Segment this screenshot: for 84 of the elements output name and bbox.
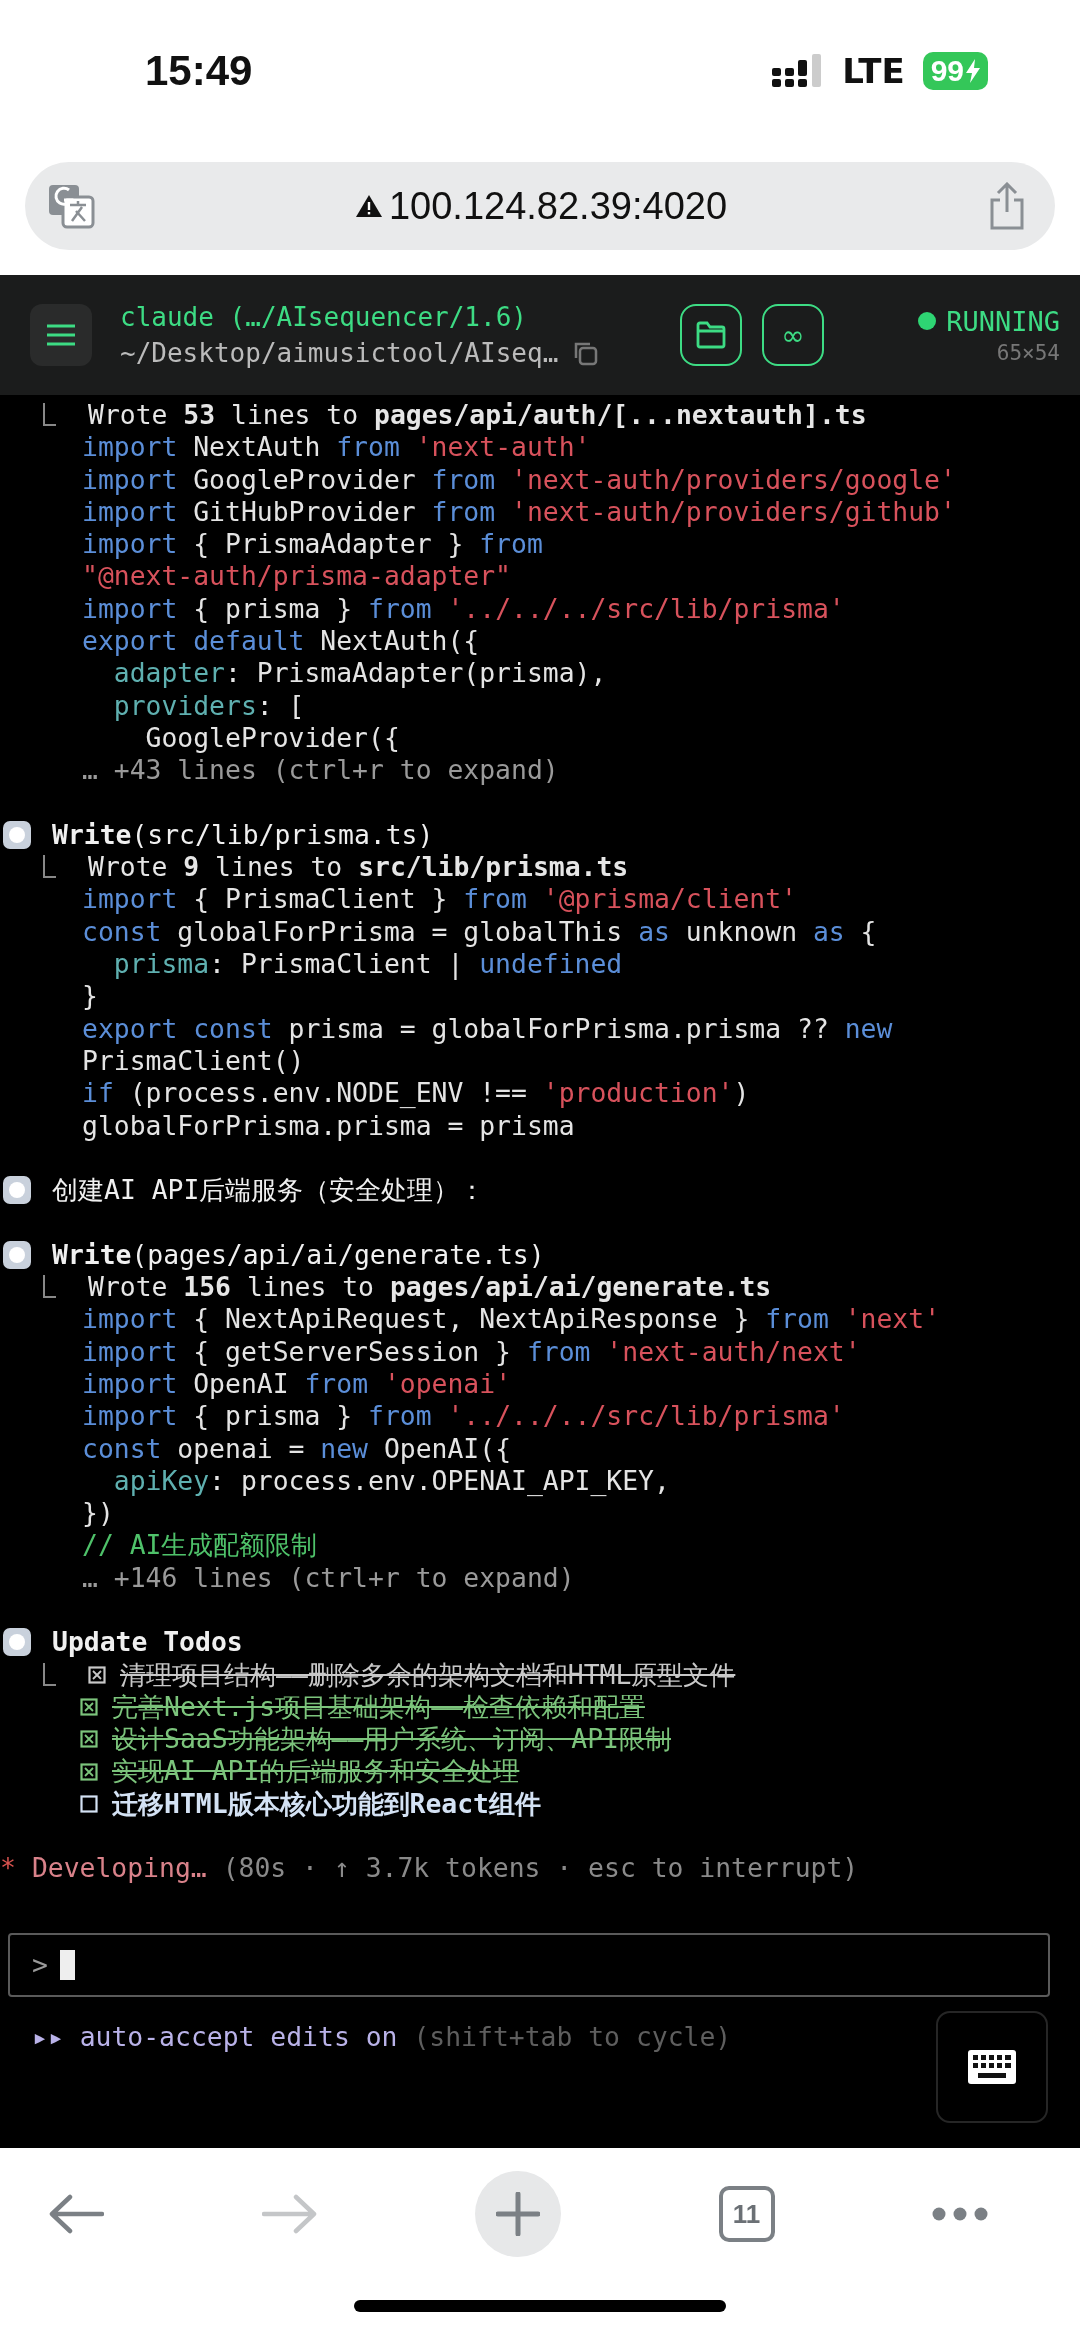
code-line: import { getServerSession } from 'next-auth/next' [82, 1335, 861, 1368]
code-line: export const prisma = globalForPrisma.prisma ?? new [82, 1012, 893, 1045]
code-line: import { PrismaAdapter } from [82, 528, 543, 561]
code-line: import GitHubProvider from 'next-auth/providers/github' [82, 495, 956, 529]
code-line: import { prisma } from '../../../src/lib/prisma' [82, 592, 845, 626]
bullet-icon [2, 1239, 32, 1270]
todo-item: 完善Next.js项目基础架构——检查依赖和配置 [112, 1690, 645, 1724]
menu-icon [46, 324, 76, 346]
progress-detail: (80s · ↑ 3.7k tokens · esc to interrupt) [222, 1852, 859, 1885]
tool-call: Write(pages/api/ai/generate.ts) [52, 1238, 545, 1271]
code-line: GoogleProvider({ [144, 721, 400, 755]
warning-icon [354, 194, 383, 218]
code-line: adapter: PrismaAdapter(prisma), [112, 657, 607, 690]
branch-icon [42, 1662, 56, 1687]
network-label: LTE [842, 51, 905, 91]
copy-icon[interactable] [572, 340, 599, 366]
folder-button[interactable] [680, 304, 742, 366]
code-line: import GoogleProvider from 'next-auth/providers/google' [82, 463, 956, 496]
code-line: }) [82, 1497, 114, 1530]
todo-item: 迁移HTML版本核心功能到React组件 [112, 1787, 541, 1821]
todo-item: 设计SaaS功能架构——用户系统、订阅、API限制 [112, 1723, 671, 1756]
collapsed-lines-hint: … +43 lines (ctrl+r to expand) [82, 754, 559, 787]
todo-item: 清理项目结构——删除多余的架构文档和HTML原型文件 [120, 1658, 736, 1691]
menu-button[interactable] [30, 304, 92, 366]
tool-result: Wrote 53 lines to pages/api/auth/[...nextauth].ts [88, 399, 867, 432]
code-line: if (process.env.NODE_ENV !== 'production') [82, 1077, 750, 1110]
code-line: const globalForPrisma = globalThis as unknown as { [82, 915, 877, 949]
code-line: PrismaClient() [82, 1044, 305, 1078]
tool-call: Update Todos [52, 1626, 243, 1659]
more-icon [932, 2207, 988, 2221]
code-line: import OpenAI from 'openai' [82, 1367, 512, 1401]
terminal-size: 65×54 [996, 340, 1060, 365]
back-arrow-icon [48, 2194, 104, 2234]
todo-item: 实现AI API的后端服务和安全处理 [112, 1755, 520, 1788]
mode-label: ▸▸ auto-accept edits on [32, 2020, 398, 2052]
code-line: import { NextApiRequest, NextApiResponse } from 'next' [82, 1303, 941, 1336]
code-line: const openai = new OpenAI({ [82, 1432, 511, 1465]
bullet-icon [2, 820, 32, 850]
back-button[interactable] [48, 2194, 104, 2234]
progress-status: Developing… [31, 1852, 207, 1885]
code-line: apiKey: process.env.OPENAI_API_KEY, [112, 1464, 670, 1498]
branch-icon [42, 403, 56, 428]
session-title: claude (…/AIsequencer/1.6) [120, 302, 528, 332]
forward-arrow-icon [261, 2194, 318, 2234]
clock-time: 15:49 [145, 47, 253, 95]
translate-icon[interactable] [47, 183, 95, 229]
tool-result: Wrote 156 lines to pages/api/ai/generate.ts [88, 1271, 772, 1304]
code-line: providers: [ [112, 689, 305, 722]
code-line: // AI生成配额限制 [82, 1529, 318, 1562]
code-line: import { PrismaClient } from '@prisma/client' [82, 883, 797, 916]
session-path: ~/Desktop/aimusictool/AIseq… [120, 338, 559, 368]
code-line: globalForPrisma.prisma = prisma [82, 1109, 575, 1142]
prompt-symbol: > [32, 1949, 48, 1981]
code-line: prisma: PrismaClient | undefined [112, 948, 623, 981]
prompt-input[interactable]: > [8, 1932, 1050, 1997]
address-bar[interactable]: 100.124.82.39:4020 [25, 162, 1055, 250]
keyboard-button[interactable] [936, 2010, 1048, 2123]
folder-icon [696, 321, 726, 349]
branch-icon [42, 855, 56, 880]
code-line: import NextAuth from 'next-auth' [82, 431, 591, 464]
more-button[interactable] [932, 2207, 988, 2221]
loop-button[interactable]: ∞ [762, 304, 824, 366]
mode-hint: (shift+tab to cycle) [413, 2020, 732, 2052]
bullet-icon [2, 1175, 32, 1206]
tool-result: Wrote 9 lines to src/lib/prisma.ts [88, 851, 629, 884]
code-line: export default NextAuth({ [82, 625, 480, 658]
tabs-button[interactable]: 11 [718, 2186, 775, 2242]
code-line: "@next-auth/prisma-adapter" [82, 560, 511, 593]
assistant-message: 创建AI API后端服务（安全处理）： [52, 1174, 486, 1207]
keyboard-icon [968, 2049, 1016, 2084]
text-cursor [59, 1949, 75, 1980]
bolt-icon [966, 59, 980, 83]
collapsed-lines-hint: … +146 lines (ctrl+r to expand) [82, 1561, 575, 1594]
plus-icon [496, 2192, 540, 2236]
spinner-icon: * [0, 1852, 16, 1885]
branch-icon [42, 1275, 56, 1300]
status-dot [918, 312, 937, 330]
url-text: 100.124.82.39:4020 [388, 184, 728, 228]
tool-call: Write(src/lib/prisma.ts) [52, 818, 434, 852]
code-line: import { prisma } from '../../../src/lib/prisma' [82, 1400, 845, 1433]
battery-level: 99 [930, 54, 964, 88]
run-status: RUNNING [946, 305, 1060, 337]
code-line: } [82, 980, 98, 1013]
bullet-icon [2, 1627, 32, 1658]
